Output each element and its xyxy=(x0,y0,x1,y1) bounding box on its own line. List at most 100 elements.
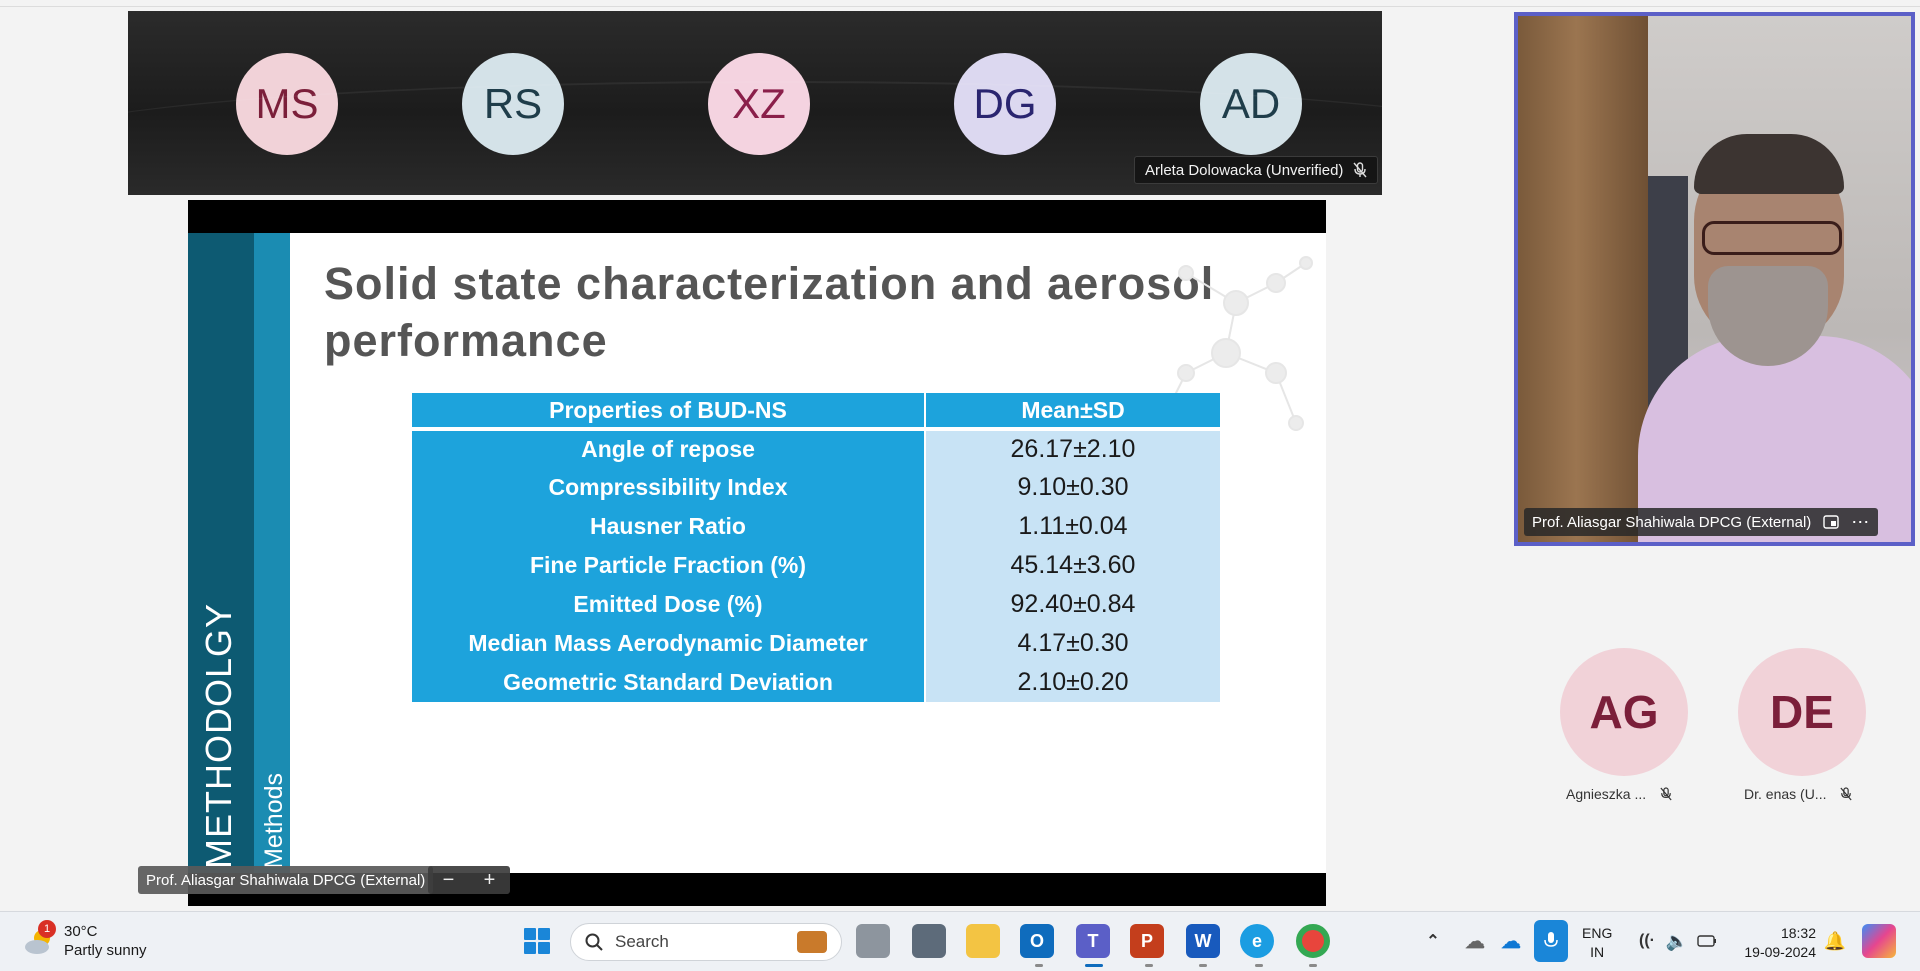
running-indicator xyxy=(1085,964,1103,967)
presenter-name-tag: Prof. Aliasgar Shahiwala DPCG (External) xyxy=(138,866,434,894)
presenter-name: Prof. Aliasgar Shahiwala DPCG (External) xyxy=(146,871,426,889)
running-indicator xyxy=(1035,964,1043,967)
properties-table: Properties of BUD-NS Mean±SD Angle of re… xyxy=(412,393,1220,702)
more-options-icon[interactable]: ⋯ xyxy=(1851,512,1870,533)
calculator-icon[interactable] xyxy=(912,924,946,958)
property-value: 26.17±2.10 xyxy=(925,429,1220,468)
table-row: Compressibility Index 9.10±0.30 xyxy=(412,468,1220,507)
start-icon[interactable] xyxy=(520,924,554,958)
windows-taskbar: 1 30°C Partly sunny Search O T P W e ⌃ ☁… xyxy=(0,911,1920,971)
video-person-glasses xyxy=(1702,221,1842,255)
weather-desc: Partly sunny xyxy=(64,942,147,959)
clock-date: 19-09-2024 xyxy=(1744,944,1816,960)
clock[interactable]: 18:32 19-09-2024 xyxy=(1736,924,1816,962)
presentation-slide: METHODOLGY Methods Solid state character… xyxy=(188,233,1326,873)
property-name: Angle of repose xyxy=(412,429,926,468)
participant-label: Dr. enas (U... xyxy=(1744,786,1853,802)
powerpoint-icon[interactable]: P xyxy=(1130,924,1164,958)
volume-icon[interactable]: 🔈 xyxy=(1660,924,1694,958)
property-value: 4.17±0.30 xyxy=(925,624,1220,663)
slide-subsection-label: Methods xyxy=(260,773,288,869)
teams-icon[interactable]: T xyxy=(1076,924,1110,958)
outlook-icon[interactable]: O xyxy=(1020,924,1054,958)
table-row: Median Mass Aerodynamic Diameter 4.17±0.… xyxy=(412,624,1220,663)
participant-name: Arleta Dolowacka (Unverified) xyxy=(1145,161,1344,179)
participant-name: Dr. enas (U... xyxy=(1744,786,1827,802)
zoom-in-button[interactable]: + xyxy=(484,869,496,892)
shared-content-stage[interactable]: METHODOLGY Methods Solid state character… xyxy=(188,200,1326,906)
participant-strip: MS RS XZ DG AD Arleta Dolowacka (Unverif… xyxy=(128,11,1382,195)
search-placeholder: Search xyxy=(615,932,669,951)
window-top-border xyxy=(0,6,1920,7)
table-row: Fine Particle Fraction (%) 45.14±3.60 xyxy=(412,546,1220,585)
language-code: ENG xyxy=(1582,925,1613,941)
running-indicator xyxy=(1145,964,1153,967)
chrome-icon[interactable] xyxy=(1296,924,1330,958)
weather-text[interactable]: 30°C Partly sunny xyxy=(64,922,147,960)
table-row: Hausner Ratio 1.11±0.04 xyxy=(412,507,1220,546)
mic-muted-icon xyxy=(1353,162,1367,178)
weather-widget[interactable]: 1 xyxy=(20,920,60,962)
table-row: Angle of repose 26.17±2.10 xyxy=(412,429,1220,468)
region-code: IN xyxy=(1590,944,1605,960)
participant-avatar[interactable]: XZ xyxy=(708,53,810,155)
participant-avatar[interactable]: RS xyxy=(462,53,564,155)
microphone-icon[interactable] xyxy=(1534,920,1568,962)
weather-temp: 30°C xyxy=(64,923,98,940)
language-indicator[interactable]: ENG IN xyxy=(1582,924,1612,962)
cloud-error-icon[interactable]: ☁ xyxy=(1458,924,1492,958)
property-value: 9.10±0.30 xyxy=(925,468,1220,507)
pin-video-icon[interactable] xyxy=(1823,515,1839,529)
property-value: 2.10±0.20 xyxy=(925,663,1220,702)
mic-muted-icon xyxy=(1660,787,1672,801)
property-name: Compressibility Index xyxy=(412,468,926,507)
participant-avatar[interactable]: AD xyxy=(1200,53,1302,155)
notification-badge: 1 xyxy=(38,920,56,938)
onedrive-icon[interactable]: ☁ xyxy=(1494,924,1528,958)
running-indicator xyxy=(1309,964,1317,967)
clock-time: 18:32 xyxy=(1780,925,1816,941)
table-row: Geometric Standard Deviation 2.10±0.20 xyxy=(412,663,1220,702)
table-header: Mean±SD xyxy=(925,393,1220,431)
mic-muted-icon xyxy=(1840,787,1853,801)
search-icon xyxy=(585,933,603,951)
battery-icon[interactable] xyxy=(1690,924,1724,958)
running-indicator xyxy=(1255,964,1263,967)
property-name: Fine Particle Fraction (%) xyxy=(412,546,926,585)
zoom-controls: − + xyxy=(428,866,510,894)
word-icon[interactable]: W xyxy=(1186,924,1220,958)
chevron-up-icon[interactable]: ⌃ xyxy=(1416,924,1450,958)
edge-icon[interactable]: e xyxy=(1240,924,1274,958)
taskbar-search[interactable]: Search xyxy=(570,923,842,961)
speaker-video-tile[interactable]: Prof. Aliasgar Shahiwala DPCG (External)… xyxy=(1514,12,1915,546)
property-name: Median Mass Aerodynamic Diameter xyxy=(412,624,926,663)
slide-section-label: METHODOLGY xyxy=(198,602,239,869)
participant-avatar[interactable]: MS xyxy=(236,53,338,155)
zoom-out-button[interactable]: − xyxy=(443,869,455,892)
running-indicator xyxy=(1199,964,1207,967)
participant-name-tag: Arleta Dolowacka (Unverified) xyxy=(1134,156,1379,184)
video-person-hair xyxy=(1694,134,1844,194)
speaker-name-tag: Prof. Aliasgar Shahiwala DPCG (External)… xyxy=(1524,508,1879,536)
participant-avatar[interactable]: DE xyxy=(1738,648,1866,776)
table-header-row: Properties of BUD-NS Mean±SD xyxy=(412,393,1220,431)
file-explorer-icon[interactable] xyxy=(966,924,1000,958)
property-name: Hausner Ratio xyxy=(412,507,926,546)
property-value: 92.40±0.84 xyxy=(925,585,1220,624)
table-header: Properties of BUD-NS xyxy=(412,393,926,431)
participant-avatar[interactable]: DG xyxy=(954,53,1056,155)
briefcase-icon xyxy=(797,931,827,953)
notifications-bell-icon[interactable]: 🔔 xyxy=(1818,924,1852,958)
slide-title: Solid state characterization and aerosol… xyxy=(324,258,1215,366)
table-row: Emitted Dose (%) 92.40±0.84 xyxy=(412,585,1220,624)
participant-name: Agnieszka ... xyxy=(1566,786,1647,802)
wifi-icon[interactable]: ((· xyxy=(1630,924,1664,958)
task-view-icon[interactable] xyxy=(856,924,890,958)
participant-avatar[interactable]: AG xyxy=(1560,648,1688,776)
participant-label: Agnieszka ... xyxy=(1566,786,1672,802)
speaker-name: Prof. Aliasgar Shahiwala DPCG (External) xyxy=(1532,513,1812,531)
property-name: Geometric Standard Deviation xyxy=(412,663,926,702)
property-name: Emitted Dose (%) xyxy=(412,585,926,624)
copilot-icon[interactable] xyxy=(1862,924,1896,958)
property-value: 1.11±0.04 xyxy=(925,507,1220,546)
